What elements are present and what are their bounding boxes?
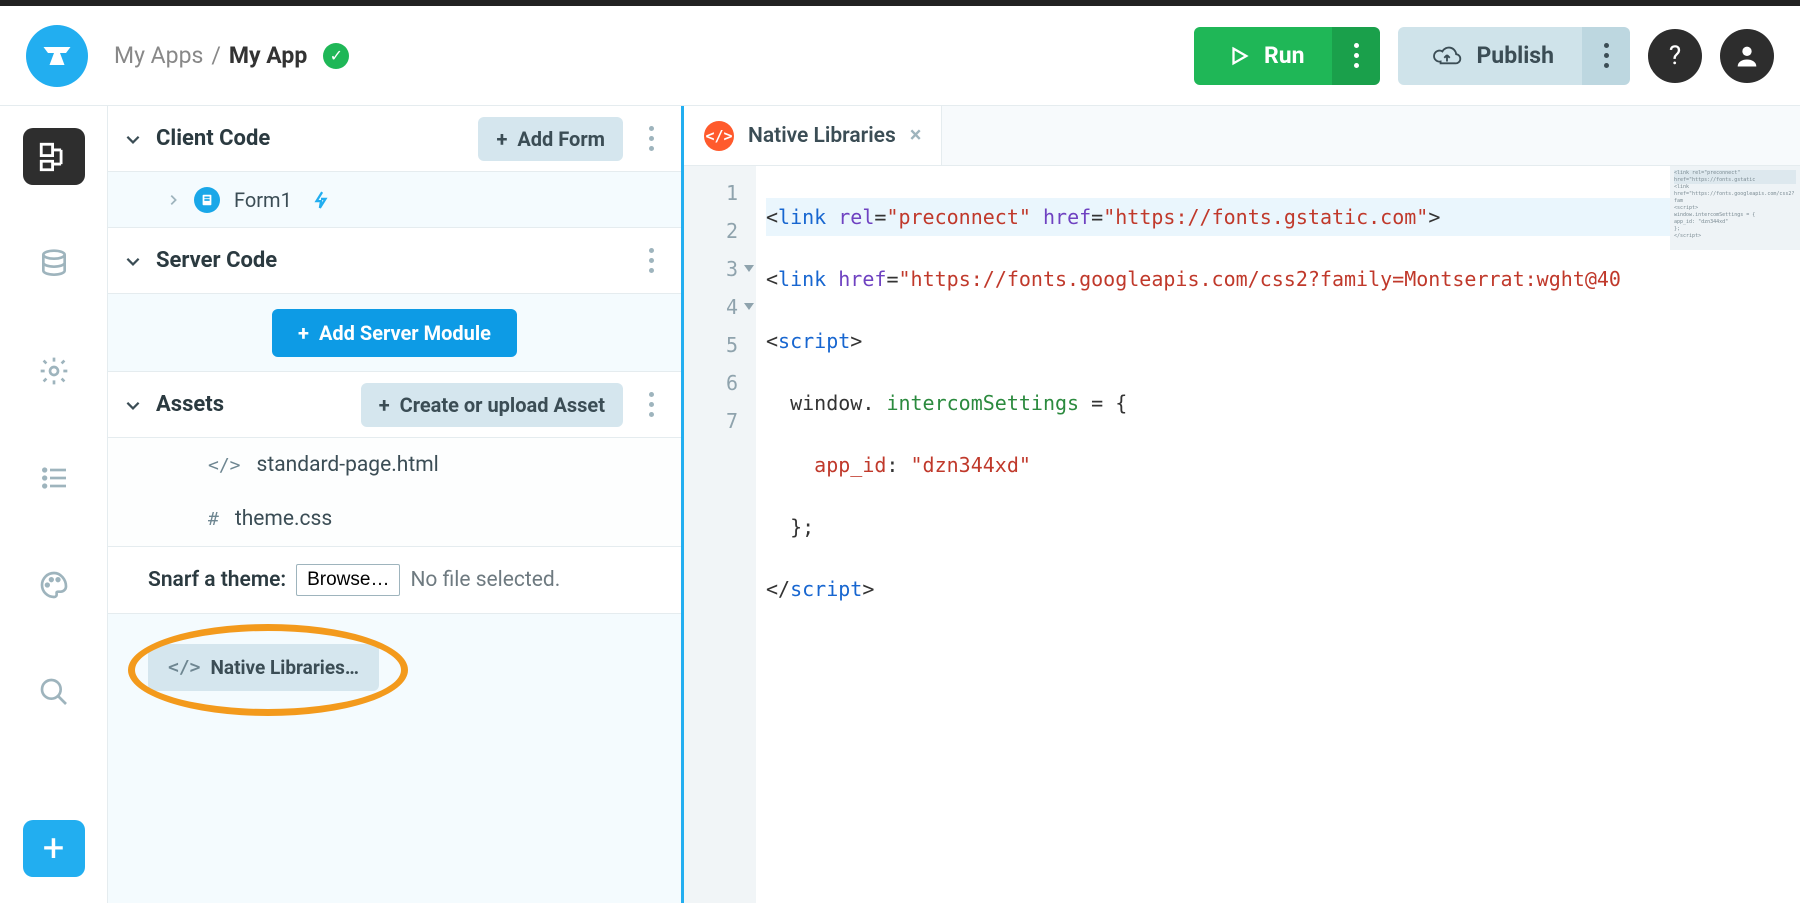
tree-item-form1[interactable]: Form1 [108, 172, 681, 228]
section-menu[interactable] [637, 126, 665, 151]
list-icon [38, 462, 70, 494]
section-title: Client Code [156, 126, 270, 151]
asset-item[interactable]: # theme.css [108, 492, 681, 546]
section-menu[interactable] [637, 248, 665, 273]
form1-label: Form1 [234, 188, 292, 212]
breadcrumb-sep: / [211, 42, 221, 69]
server-code-body: + Add Server Module [108, 294, 681, 372]
topbar: My Apps / My App ✓ Run Publish ? [0, 0, 1800, 106]
rail-theme[interactable] [23, 556, 85, 613]
plus-icon: + [298, 321, 309, 345]
breadcrumb-current[interactable]: My App [229, 42, 307, 69]
rail-add-button[interactable]: + [23, 820, 85, 877]
close-icon[interactable]: × [910, 123, 922, 148]
user-icon [1733, 42, 1761, 70]
plus-icon: + [496, 127, 507, 151]
chevron-down-icon [124, 130, 142, 148]
publish-label: Publish [1476, 42, 1554, 69]
palette-icon [38, 569, 70, 601]
snarf-theme-row: Snarf a theme: Browse… No file selected. [108, 546, 681, 614]
code-badge-icon: </> [704, 121, 734, 151]
status-badge: ✓ [323, 43, 349, 69]
section-server-code[interactable]: Server Code [108, 228, 681, 294]
no-file-text: No file selected. [410, 568, 560, 592]
plus-icon: + [43, 827, 65, 871]
form-icon [194, 187, 220, 213]
lightning-icon [312, 191, 330, 209]
gear-icon [38, 355, 70, 387]
code-content[interactable]: <link rel="preconnect" href="https://fon… [756, 166, 1800, 903]
chevron-down-icon [124, 252, 142, 270]
tab-native-libraries[interactable]: </> Native Libraries × [684, 106, 942, 165]
breadcrumb: My Apps / My App ✓ [114, 42, 349, 69]
anvil-logo[interactable] [26, 25, 88, 87]
rail-data[interactable] [23, 235, 85, 292]
question-icon: ? [1669, 41, 1681, 71]
code-editor[interactable]: 1 2 3 4 5 6 7 <link rel="preconnect" hre… [684, 166, 1800, 903]
run-label: Run [1264, 42, 1305, 69]
minimap[interactable]: <link rel="preconnect" href="https://fon… [1670, 166, 1800, 250]
add-form-label: Add Form [517, 127, 605, 151]
plus-icon: + [379, 393, 390, 417]
asset-item[interactable]: </> standard-page.html [108, 438, 681, 492]
create-asset-button[interactable]: + Create or upload Asset [361, 383, 623, 427]
help-button[interactable]: ? [1648, 29, 1702, 83]
publish-button[interactable]: Publish [1398, 27, 1588, 85]
section-title: Assets [156, 392, 224, 417]
native-libraries-row: </> Native Libraries… [108, 614, 681, 721]
search-icon [38, 676, 70, 708]
add-server-module-label: Add Server Module [319, 321, 491, 345]
hash-icon: # [208, 509, 219, 530]
add-server-module-button[interactable]: + Add Server Module [272, 309, 517, 357]
icon-rail: + [0, 106, 108, 903]
rail-settings[interactable] [23, 342, 85, 399]
rail-list[interactable] [23, 449, 85, 506]
chevron-down-icon [124, 396, 142, 414]
tab-title: Native Libraries [748, 124, 896, 148]
chevron-right-icon [166, 193, 180, 207]
section-assets[interactable]: Assets + Create or upload Asset [108, 372, 681, 438]
publish-more-button[interactable] [1582, 27, 1630, 85]
browse-button[interactable]: Browse… [296, 564, 400, 596]
app-browser-sidebar: Client Code + Add Form Form1 [108, 106, 684, 903]
code-icon: </> [168, 657, 201, 678]
add-form-button[interactable]: + Add Form [478, 117, 623, 161]
breadcrumb-root[interactable]: My Apps [114, 42, 203, 69]
section-title: Server Code [156, 248, 277, 273]
asset-label: theme.css [235, 507, 332, 531]
tab-bar: </> Native Libraries × [684, 106, 1800, 166]
asset-label: standard-page.html [257, 453, 439, 477]
database-icon [38, 248, 70, 280]
rail-search[interactable] [23, 663, 85, 720]
code-icon: </> [208, 455, 241, 476]
snarf-label: Snarf a theme: [148, 568, 286, 592]
cloud-upload-icon [1432, 45, 1462, 67]
editor-pane: </> Native Libraries × 1 2 3 4 5 6 7 <li… [684, 106, 1800, 903]
rail-app-browser[interactable] [23, 128, 85, 185]
run-button[interactable]: Run [1194, 27, 1339, 85]
account-button[interactable] [1720, 29, 1774, 83]
play-icon [1228, 45, 1250, 67]
line-gutter: 1 2 3 4 5 6 7 [684, 166, 756, 903]
section-menu[interactable] [637, 392, 665, 417]
native-libraries-button[interactable]: </> Native Libraries… [148, 644, 379, 691]
section-client-code[interactable]: Client Code + Add Form [108, 106, 681, 172]
run-more-button[interactable] [1332, 27, 1380, 85]
native-libraries-label: Native Libraries… [211, 656, 359, 679]
create-asset-label: Create or upload Asset [400, 393, 605, 417]
